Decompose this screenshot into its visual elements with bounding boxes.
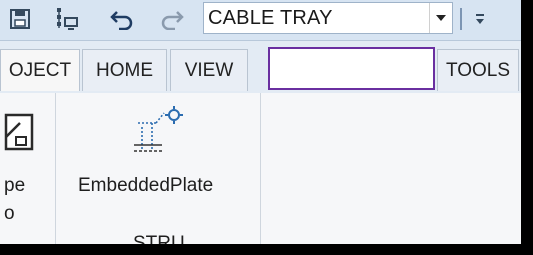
toolbar-separator	[460, 8, 462, 30]
redo-icon[interactable]	[158, 4, 186, 34]
window-edge	[521, 41, 533, 93]
save-icon[interactable]	[6, 4, 34, 34]
quick-access-toolbar: CABLE TRAY	[0, 0, 521, 41]
tab-tools[interactable]: TOOLS	[437, 49, 519, 91]
network-icon[interactable]	[52, 4, 80, 34]
tab-label: OJECT	[8, 59, 72, 81]
customize-icon[interactable]	[468, 6, 492, 32]
dropdown-caret-icon[interactable]	[429, 3, 452, 33]
tab-project[interactable]: OJECT	[0, 49, 80, 91]
ribbon-tabs: OJECT HOME VIEW TOOLS	[0, 41, 533, 93]
embedded-plate-label: EmbeddedPlate	[78, 175, 214, 196]
tab-search-field[interactable]	[268, 47, 435, 90]
ribbon-panel: pe o EmbeddedPlate STRU	[0, 93, 521, 254]
panel-separator	[260, 93, 261, 250]
embedded-plate-icon[interactable]	[128, 105, 188, 157]
tab-label: HOME	[96, 59, 153, 81]
undo-icon[interactable]	[108, 4, 136, 34]
tab-home[interactable]: HOME	[82, 49, 167, 91]
style-selector-value: CABLE TRAY	[208, 6, 333, 29]
partial-tool-icon[interactable]	[0, 111, 40, 155]
partial-tool-label: o	[4, 203, 15, 224]
tab-label: VIEW	[184, 59, 234, 81]
window-edge	[521, 93, 533, 250]
tab-label: TOOLS	[445, 59, 511, 81]
window-edge	[0, 244, 533, 250]
partial-tool-label: pe	[4, 175, 26, 196]
panel-separator	[55, 93, 56, 250]
window-edge	[521, 0, 533, 41]
tab-view[interactable]: VIEW	[170, 49, 248, 91]
style-selector[interactable]: CABLE TRAY	[203, 2, 453, 34]
